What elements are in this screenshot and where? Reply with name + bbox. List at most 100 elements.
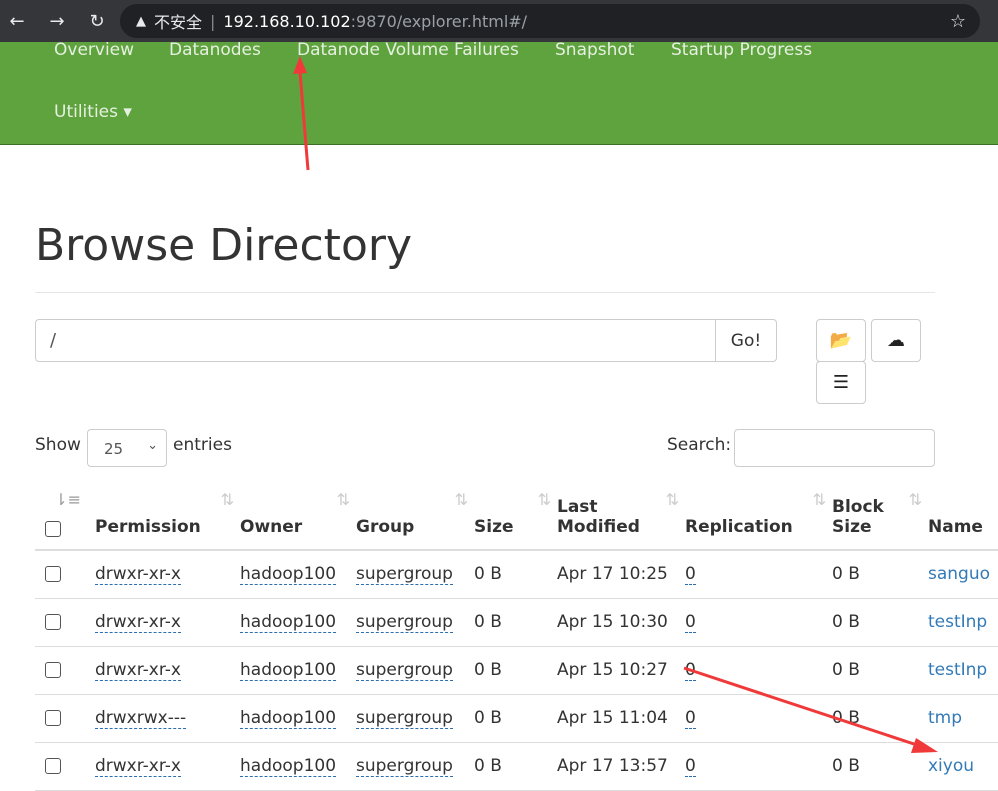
last-modified: Apr 15 10:27 [557,660,668,680]
sort-icon[interactable]: ⇅ [813,490,826,509]
forward-icon[interactable]: → [42,11,72,32]
reload-icon[interactable]: ↻ [82,11,112,32]
row-checkbox[interactable] [45,758,61,774]
row-select[interactable] [35,694,95,743]
permission[interactable]: drwxrwx--- [95,708,187,729]
chevron-down-icon: ⌄ [147,438,158,453]
header-label: Permission [95,517,201,537]
header-permission[interactable]: Permission ⇅ [95,482,240,551]
table-row: drwxr-xr-x hadoop100 supergroup 0 B Apr … [35,742,998,791]
search-label: Search: [667,435,732,455]
header-label: Name [928,517,983,537]
size: 0 B [474,564,502,585]
permission[interactable]: drwxr-xr-x [95,756,181,777]
owner[interactable]: hadoop100 [240,564,337,586]
size: 0 B [474,612,502,632]
list-icon: ☰ [832,372,850,393]
navbar: Overview Datanodes Datanode Volume Failu… [0,40,998,145]
group[interactable]: supergroup [356,660,453,681]
owner[interactable]: hadoop100 [240,756,337,777]
cut-paste-button[interactable]: ☰ [816,361,866,404]
group[interactable]: supergroup [356,564,453,586]
group[interactable]: supergroup [356,708,453,729]
group[interactable]: supergroup [356,756,453,777]
block-size: 0 B [832,612,860,632]
block-size: 0 B [832,564,860,585]
bookmark-star-icon[interactable]: ☆ [950,11,966,32]
replication[interactable]: 0 [685,708,696,729]
replication[interactable]: 0 [685,660,696,681]
browser-toolbar: ← → ↻ ▲ 不安全 | 192.168.10.102:9870/explor… [0,0,998,42]
nav-volume-failures[interactable]: Datanode Volume Failures [297,40,519,60]
table-row: drwxr-xr-x hadoop100 supergroup 0 B Apr … [35,550,998,599]
file-name-link[interactable]: testInp [928,612,987,632]
upload-button[interactable]: ☁ [871,319,921,362]
file-name-link[interactable]: sanguo [928,564,990,584]
permission[interactable]: drwxr-xr-x [95,660,181,681]
header-label: Group [356,517,415,537]
header-last-modified[interactable]: Last Modified ⇅ [557,482,685,551]
row-select[interactable] [35,646,95,695]
row-checkbox[interactable] [45,662,61,678]
sort-icon[interactable]: ⇅ [666,490,679,509]
owner[interactable]: hadoop100 [240,660,337,681]
header-replication[interactable]: Replication ⇅ [685,482,832,551]
warning-icon: ▲ [136,13,146,29]
entries-select[interactable]: 25 ⌄ [87,429,167,467]
permission[interactable]: drwxr-xr-x [95,564,181,586]
nav-utilities-dropdown[interactable]: Utilities ▾ [54,102,132,122]
owner[interactable]: hadoop100 [240,708,337,729]
row-select[interactable] [35,598,95,647]
select-all-header[interactable]: ⇂≡ [35,482,95,551]
row-select[interactable] [35,742,95,791]
url-path: :9870/explorer.html#/ [350,11,528,31]
replication[interactable]: 0 [685,612,696,633]
replication[interactable]: 0 [685,756,696,777]
group[interactable]: supergroup [356,612,453,633]
row-checkbox[interactable] [45,710,61,726]
row-checkbox[interactable] [45,614,61,630]
search-input[interactable] [734,429,935,467]
select-all-checkbox[interactable] [45,521,61,537]
permission[interactable]: drwxr-xr-x [95,612,181,633]
divider [35,292,935,293]
divider: | [210,11,216,31]
sort-icon[interactable]: ⇅ [455,490,468,509]
nav-startup-progress[interactable]: Startup Progress [671,40,812,60]
header-size[interactable]: Size ⇅ [474,482,557,551]
back-icon[interactable]: ← [2,11,32,32]
sort-icon[interactable]: ⇅ [337,490,350,509]
sort-icon[interactable]: ⇅ [909,490,922,509]
block-size: 0 B [832,660,860,680]
size: 0 B [474,708,502,728]
header-block-size[interactable]: Block Size ⇅ [832,482,928,551]
file-table: ⇂≡ Permission ⇅ Owner ⇅ Group ⇅ Size ⇅ Last … [35,482,998,791]
nav-overview[interactable]: Overview [54,40,134,60]
replication[interactable]: 0 [685,564,696,586]
create-folder-button[interactable]: 📂 [816,319,866,362]
nav-snapshot[interactable]: Snapshot [555,40,634,60]
table-header-row: ⇂≡ Permission ⇅ Owner ⇅ Group ⇅ Size ⇅ Last … [35,482,998,551]
header-label: Block Size [832,497,884,537]
owner[interactable]: hadoop100 [240,612,337,633]
header-label: Replication [685,517,793,537]
nav-datanodes[interactable]: Datanodes [169,40,261,60]
last-modified: Apr 15 10:30 [557,612,668,632]
sort-icon[interactable]: ⇂≡ [54,490,81,509]
file-name-link[interactable]: tmp [928,708,962,728]
address-bar[interactable]: ▲ 不安全 | 192.168.10.102:9870/explorer.htm… [120,4,980,38]
sort-icon[interactable]: ⇅ [221,490,234,509]
row-select[interactable] [35,550,95,599]
file-name-link[interactable]: testInp [928,660,987,680]
table-row: drwxr-xr-x hadoop100 supergroup 0 B Apr … [35,598,998,647]
last-modified: Apr 17 13:57 [557,756,668,776]
row-checkbox[interactable] [45,566,61,583]
header-owner[interactable]: Owner ⇅ [240,482,356,551]
header-group[interactable]: Group ⇅ [356,482,474,551]
header-label: Owner [240,517,303,537]
file-name-link[interactable]: xiyou [928,756,974,776]
sort-icon[interactable]: ⇅ [538,490,551,509]
header-name[interactable]: Name [928,482,998,551]
directory-path-input[interactable] [35,319,716,362]
go-button[interactable]: Go! [715,319,777,362]
